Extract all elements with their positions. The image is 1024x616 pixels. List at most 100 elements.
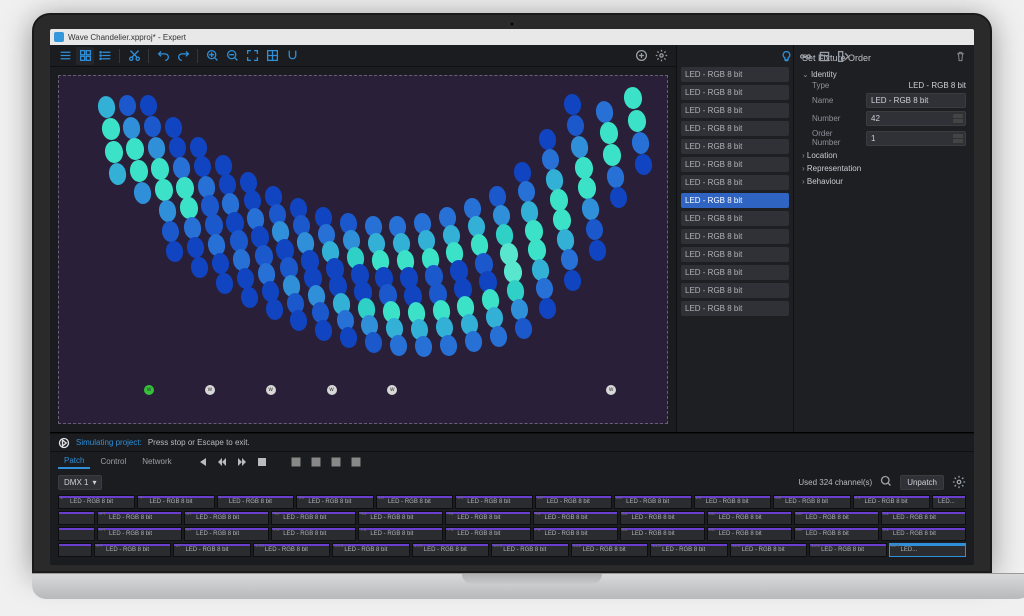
patch-cell[interactable]: 22LED - RGB 8 bit — [614, 495, 691, 509]
number-field[interactable]: 42 — [866, 111, 966, 126]
fixture-dot[interactable] — [389, 334, 408, 357]
tab-network[interactable]: Network — [136, 455, 177, 468]
snap-icon[interactable] — [283, 47, 301, 65]
fixture-dot[interactable] — [513, 317, 532, 340]
zoom-fit-icon[interactable] — [243, 47, 261, 65]
patch-cell[interactable]: 91LED - RGB 8 bit — [881, 527, 966, 541]
connector-icon[interactable] — [796, 47, 814, 65]
fixture-dot[interactable] — [559, 248, 579, 271]
fixture-list-item[interactable]: LED - RGB 8 bit — [681, 301, 789, 316]
fixture-dot[interactable] — [584, 218, 604, 241]
patch-cell[interactable]: 16LED - RGB 8 bit — [455, 495, 532, 509]
fixture-dot[interactable] — [211, 252, 231, 275]
fixture-dot[interactable] — [588, 239, 607, 262]
patch-cell[interactable]: 28LED - RGB 8 bit — [773, 495, 850, 509]
menu-icon[interactable] — [56, 47, 74, 65]
fixture-list-item[interactable]: LED - RGB 8 bit — [681, 193, 789, 208]
fixture-dot[interactable] — [143, 115, 163, 138]
fixture-list-item[interactable]: LED - RGB 8 bit — [681, 85, 789, 100]
fixture-dot[interactable] — [630, 131, 650, 155]
patch-cell[interactable]: 94LED - RGB 8 bit — [94, 543, 171, 557]
fixture-dot[interactable] — [157, 199, 177, 223]
fixture-dot[interactable] — [605, 165, 625, 189]
fixture-dot[interactable] — [488, 185, 507, 208]
patch-cell[interactable]: 103LED - RGB 8 bit — [332, 543, 409, 557]
fixture-dot[interactable] — [118, 94, 138, 117]
fixture-list-item[interactable]: LED - RGB 8 bit — [681, 67, 789, 82]
fixture-dot[interactable] — [623, 86, 644, 111]
layout-a-icon[interactable] — [288, 454, 304, 470]
fixture-dot[interactable] — [96, 95, 116, 119]
undo-icon[interactable] — [154, 47, 172, 65]
fixture-list-item[interactable]: LED - RGB 8 bit — [681, 247, 789, 262]
fixture-dot[interactable] — [538, 297, 557, 320]
fixture-dot[interactable] — [125, 137, 146, 162]
fixture-dot[interactable] — [516, 180, 536, 203]
patch-cell[interactable]: 4LED - RGB 8 bit — [137, 495, 214, 509]
fixture-dot[interactable] — [581, 197, 601, 221]
fixture-dot[interactable] — [129, 159, 150, 184]
grid-icon[interactable] — [263, 47, 281, 65]
patch-cell[interactable]: 124LED... — [889, 543, 966, 557]
patch-cell[interactable]: 67LED - RGB 8 bit — [184, 527, 269, 541]
patch-cell[interactable]: 55LED - RGB 8 bit — [707, 511, 792, 525]
fixture-dot[interactable] — [627, 108, 648, 133]
patch-cell[interactable]: 118LED - RGB 8 bit — [730, 543, 807, 557]
tab-control[interactable]: Control — [94, 455, 132, 468]
fixture-list-item[interactable]: LED - RGB 8 bit — [681, 175, 789, 190]
fixture-dot[interactable] — [289, 309, 308, 332]
fixture-dot[interactable] — [602, 143, 623, 168]
fixture-dot[interactable] — [438, 334, 457, 357]
fixture-list-item[interactable]: LED - RGB 8 bit — [681, 265, 789, 280]
camera-marker[interactable]: w — [266, 385, 276, 395]
patch-cell[interactable]: 115LED - RGB 8 bit — [650, 543, 727, 557]
fixture-dot[interactable] — [239, 286, 258, 309]
fixture-dot[interactable] — [214, 272, 233, 295]
fixture-dot[interactable] — [364, 331, 383, 354]
patch-cell[interactable]: 64LED - RGB 8 bit — [97, 527, 182, 541]
patch-cell[interactable]: 58LED - RGB 8 bit — [794, 511, 879, 525]
layout-grid-icon[interactable] — [76, 47, 94, 65]
patch-cell[interactable]: 43LED - RGB 8 bit — [358, 511, 443, 525]
fixture-dot[interactable] — [573, 155, 594, 180]
patch-cell[interactable]: 121LED - RGB 8 bit — [809, 543, 886, 557]
fixture-dot[interactable] — [154, 178, 175, 203]
patch-cell[interactable]: 10LED - RGB 8 bit — [296, 495, 373, 509]
section-behaviour[interactable]: Behaviour — [802, 177, 966, 186]
delete-icon[interactable] — [955, 51, 966, 64]
search-icon[interactable] — [880, 475, 892, 489]
fixture-dot[interactable] — [598, 121, 619, 146]
universe-select[interactable]: DMX 1 ▾ — [58, 475, 102, 490]
patch-cell[interactable]: 25LED - RGB 8 bit — [694, 495, 771, 509]
cut-icon[interactable] — [125, 47, 143, 65]
fixture-dot[interactable] — [594, 100, 614, 124]
settings-icon[interactable] — [652, 47, 670, 65]
layout-d-icon[interactable] — [348, 454, 364, 470]
fixture-dot[interactable] — [513, 161, 532, 184]
order-field[interactable]: 1 — [866, 131, 966, 146]
section-representation[interactable]: Representation — [802, 164, 966, 173]
fixture-dot[interactable] — [339, 326, 358, 349]
fixture-dot[interactable] — [488, 324, 507, 347]
zoom-out-icon[interactable] — [223, 47, 241, 65]
patch-cell[interactable]: 85LED - RGB 8 bit — [707, 527, 792, 541]
fixture-dot[interactable] — [132, 180, 152, 204]
patch-cell[interactable]: 82LED - RGB 8 bit — [620, 527, 705, 541]
fixture-dot[interactable] — [545, 168, 565, 192]
fixture-dot[interactable] — [168, 136, 188, 159]
fixture-list-item[interactable]: LED - RGB 8 bit — [681, 229, 789, 244]
name-field[interactable]: LED - RGB 8 bit — [866, 93, 966, 108]
stop-icon[interactable] — [58, 437, 70, 449]
redo-icon[interactable] — [174, 47, 192, 65]
fixture-dot[interactable] — [541, 148, 561, 171]
layout-c-icon[interactable] — [328, 454, 344, 470]
unpatch-button[interactable]: Unpatch — [900, 475, 944, 490]
transport-rewind-icon[interactable] — [214, 454, 230, 470]
layout-b-icon[interactable] — [308, 454, 324, 470]
patch-cell[interactable]: 88LED - RGB 8 bit — [794, 527, 879, 541]
patch-cell[interactable]: 7LED - RGB 8 bit — [217, 495, 294, 509]
fixture-dot[interactable] — [100, 117, 121, 142]
fixture-dot[interactable] — [107, 162, 127, 186]
camera-marker[interactable]: w — [144, 385, 154, 395]
fixture-dot[interactable] — [566, 114, 586, 137]
